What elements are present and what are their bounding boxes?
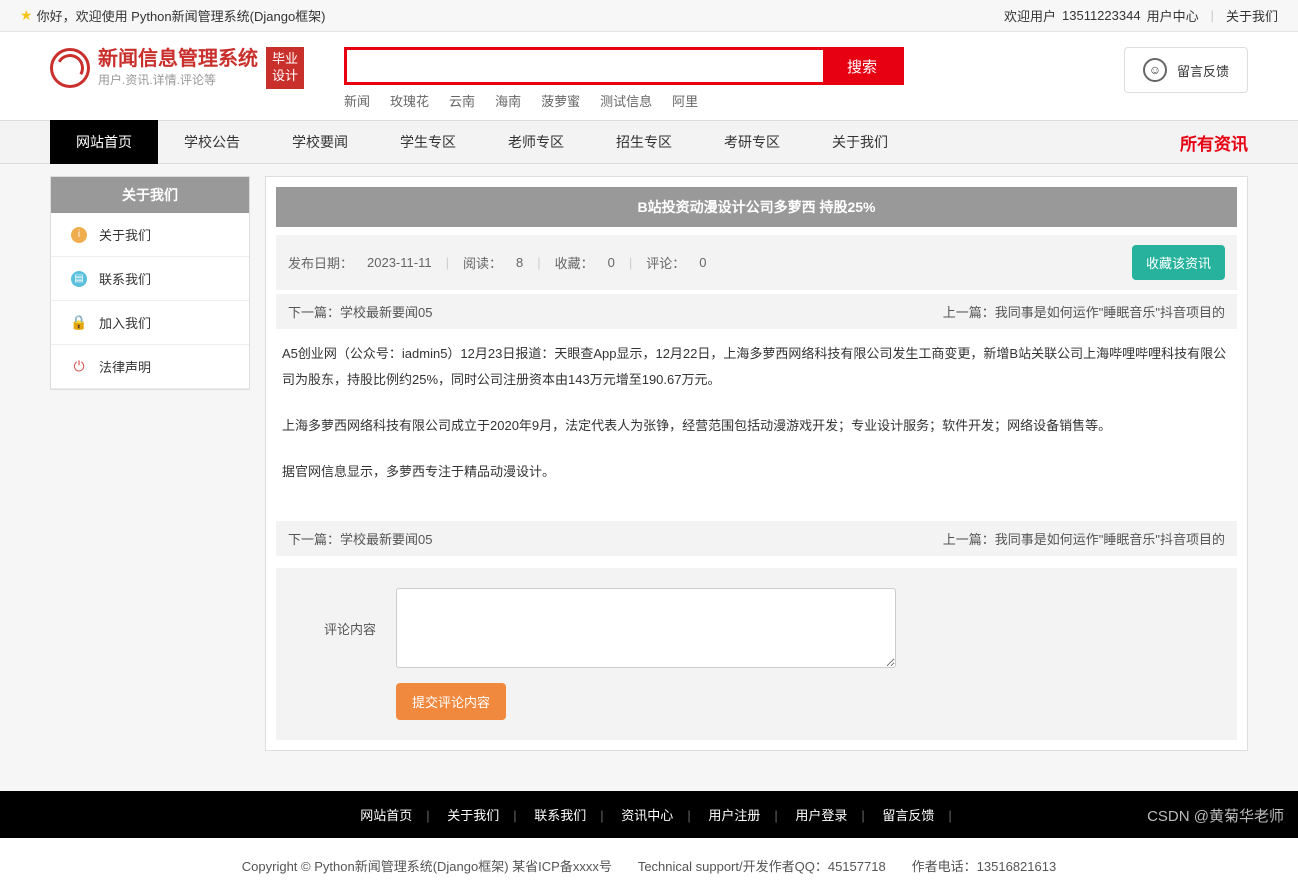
footer-link[interactable]: 网站首页 bbox=[346, 808, 426, 823]
next-link[interactable]: 下一篇：学校最新要闻05 bbox=[288, 529, 432, 548]
sidebar-item-label: 联系我们 bbox=[99, 269, 151, 288]
hotword[interactable]: 新闻 bbox=[344, 91, 370, 110]
sidebar-item-label: 关于我们 bbox=[99, 225, 151, 244]
nav-admission[interactable]: 招生专区 bbox=[590, 120, 698, 164]
sidebar-item-contact[interactable]: ▤ 联系我们 bbox=[51, 257, 249, 301]
feedback-button[interactable]: ☺ 留言反馈 bbox=[1124, 47, 1248, 93]
separator: | bbox=[1211, 8, 1214, 23]
comment-row: 评论内容 bbox=[296, 588, 1217, 668]
sidebar-item-label: 法律声明 bbox=[99, 357, 151, 376]
user-phone-link[interactable]: 13511223344 bbox=[1062, 8, 1141, 23]
fav-value: 0 bbox=[608, 255, 615, 270]
read-value: 8 bbox=[516, 255, 523, 270]
article-title: B站投资动漫设计公司多萝西 持股25% bbox=[276, 187, 1237, 227]
article-meta: 发布日期： 2023-11-11 | 阅读： 8 | 收藏： 0 | 评论： 0… bbox=[276, 235, 1237, 290]
logo-block[interactable]: 新闻信息管理系统 用户.资讯.详情.评论等 毕业 设计 bbox=[50, 47, 304, 89]
paragraph: A5创业网（公众号：iadmin5）12月23日报道：天眼查App显示，12月2… bbox=[282, 341, 1231, 393]
sidebar-item-join[interactable]: 🔒 加入我们 bbox=[51, 301, 249, 345]
logo-icon bbox=[50, 48, 90, 88]
lock-icon: 🔒 bbox=[71, 315, 87, 331]
paragraph: 上海多萝西网络科技有限公司成立于2020年9月，法定代表人为张铮，经营范围包括动… bbox=[282, 413, 1231, 439]
sidebar-item-about[interactable]: i 关于我们 bbox=[51, 213, 249, 257]
topbar: ★ 你好，欢迎使用 Python新闻管理系统(Django框架) 欢迎用户 13… bbox=[0, 0, 1298, 32]
hotword[interactable]: 阿里 bbox=[672, 91, 698, 110]
prevnext-bottom: 下一篇：学校最新要闻05 上一篇：我同事是如何运作"睡眠音乐"抖音项目的 bbox=[276, 521, 1237, 556]
footer-link[interactable]: 资讯中心 bbox=[607, 808, 687, 823]
date-label: 发布日期： bbox=[288, 253, 353, 272]
nav-postgrad[interactable]: 考研专区 bbox=[698, 120, 806, 164]
sidebar-title: 关于我们 bbox=[51, 177, 249, 213]
nav-student[interactable]: 学生专区 bbox=[374, 120, 482, 164]
hotword[interactable]: 菠萝蜜 bbox=[541, 91, 580, 110]
doc-icon: ▤ bbox=[71, 271, 87, 287]
comment-label: 评论内容 bbox=[296, 619, 376, 638]
star-icon: ★ bbox=[20, 7, 33, 24]
search-row: 搜索 bbox=[344, 47, 904, 85]
sidebar: 关于我们 i 关于我们 ▤ 联系我们 🔒 加入我们 ⏻ 法律声明 bbox=[50, 176, 250, 390]
cmt-label: 评论： bbox=[646, 253, 685, 272]
nav-announcement[interactable]: 学校公告 bbox=[158, 120, 266, 164]
footer-link[interactable]: 关于我们 bbox=[433, 808, 513, 823]
footer-link[interactable]: 用户登录 bbox=[781, 808, 861, 823]
hot-words: 新闻 玫瑰花 云南 海南 菠萝蜜 测试信息 阿里 bbox=[344, 91, 904, 110]
search-input[interactable] bbox=[347, 50, 823, 82]
prevnext-top: 下一篇：学校最新要闻05 上一篇：我同事是如何运作"睡眠音乐"抖音项目的 bbox=[276, 294, 1237, 329]
comment-textarea[interactable] bbox=[396, 588, 896, 668]
topbar-right: 欢迎用户 13511223344 用户中心 | 关于我们 bbox=[1004, 6, 1278, 25]
watermark: CSDN @黄菊华老师 bbox=[1147, 805, 1284, 826]
footer-nav: 网站首页| 关于我们| 联系我们| 资讯中心| 用户注册| 用户登录| 留言反馈… bbox=[0, 791, 1298, 838]
date-value: 2023-11-11 bbox=[367, 255, 432, 270]
search-block: 搜索 新闻 玫瑰花 云南 海南 菠萝蜜 测试信息 阿里 bbox=[344, 47, 904, 110]
headset-icon: ☺ bbox=[1143, 58, 1167, 82]
info-icon: i bbox=[71, 227, 87, 243]
hotword[interactable]: 云南 bbox=[449, 91, 475, 110]
sidebar-item-legal[interactable]: ⏻ 法律声明 bbox=[51, 345, 249, 389]
feedback-label: 留言反馈 bbox=[1177, 61, 1229, 80]
nav-news[interactable]: 学校要闻 bbox=[266, 120, 374, 164]
user-center-link[interactable]: 用户中心 bbox=[1147, 6, 1199, 25]
footer-link[interactable]: 留言反馈 bbox=[868, 808, 948, 823]
search-button[interactable]: 搜索 bbox=[823, 50, 901, 82]
footer-link[interactable]: 联系我们 bbox=[520, 808, 600, 823]
welcome-text: 你好，欢迎使用 Python新闻管理系统(Django框架) bbox=[37, 6, 326, 25]
logo-text-block: 新闻信息管理系统 用户.资讯.详情.评论等 bbox=[98, 47, 258, 88]
sidebar-item-label: 加入我们 bbox=[99, 313, 151, 332]
prev-link[interactable]: 上一篇：我同事是如何运作"睡眠音乐"抖音项目的 bbox=[943, 529, 1225, 548]
logo-subtitle: 用户.资讯.详情.评论等 bbox=[98, 71, 258, 88]
hotword[interactable]: 测试信息 bbox=[600, 91, 652, 110]
favorite-button[interactable]: 收藏该资讯 bbox=[1132, 245, 1225, 280]
topbar-left: ★ 你好，欢迎使用 Python新闻管理系统(Django框架) bbox=[20, 6, 326, 25]
logo-title: 新闻信息管理系统 bbox=[98, 47, 258, 71]
next-link[interactable]: 下一篇：学校最新要闻05 bbox=[288, 302, 432, 321]
hotword[interactable]: 玫瑰花 bbox=[390, 91, 429, 110]
article-body: A5创业网（公众号：iadmin5）12月23日报道：天眼查App显示，12月2… bbox=[276, 329, 1237, 517]
badge: 毕业 设计 bbox=[266, 47, 304, 89]
main-nav: 网站首页 学校公告 学校要闻 学生专区 老师专区 招生专区 考研专区 关于我们 … bbox=[0, 120, 1298, 164]
header: 新闻信息管理系统 用户.资讯.详情.评论等 毕业 设计 搜索 新闻 玫瑰花 云南… bbox=[0, 32, 1298, 120]
footer-link[interactable]: 用户注册 bbox=[694, 808, 774, 823]
nav-all-news[interactable]: 所有资讯 bbox=[1180, 130, 1248, 155]
fav-label: 收藏： bbox=[555, 253, 594, 272]
nav-home[interactable]: 网站首页 bbox=[50, 120, 158, 164]
content: B站投资动漫设计公司多萝西 持股25% 发布日期： 2023-11-11 | 阅… bbox=[265, 176, 1248, 751]
nav-about[interactable]: 关于我们 bbox=[806, 120, 914, 164]
cmt-value: 0 bbox=[699, 255, 706, 270]
copyright: Copyright © Python新闻管理系统(Django框架) 某省ICP… bbox=[0, 838, 1298, 893]
hotword[interactable]: 海南 bbox=[495, 91, 521, 110]
prev-link[interactable]: 上一篇：我同事是如何运作"睡眠音乐"抖音项目的 bbox=[943, 302, 1225, 321]
submit-comment-button[interactable]: 提交评论内容 bbox=[396, 683, 506, 720]
power-icon: ⏻ bbox=[71, 359, 87, 375]
comment-box: 评论内容 提交评论内容 bbox=[276, 568, 1237, 740]
paragraph: 据官网信息显示，多萝西专注于精品动漫设计。 bbox=[282, 459, 1231, 485]
about-link[interactable]: 关于我们 bbox=[1226, 6, 1278, 25]
main: 关于我们 i 关于我们 ▤ 联系我们 🔒 加入我们 ⏻ 法律声明 B站投资动漫设… bbox=[0, 164, 1298, 791]
welcome-user-label: 欢迎用户 bbox=[1004, 6, 1056, 25]
read-label: 阅读： bbox=[463, 253, 502, 272]
nav-teacher[interactable]: 老师专区 bbox=[482, 120, 590, 164]
